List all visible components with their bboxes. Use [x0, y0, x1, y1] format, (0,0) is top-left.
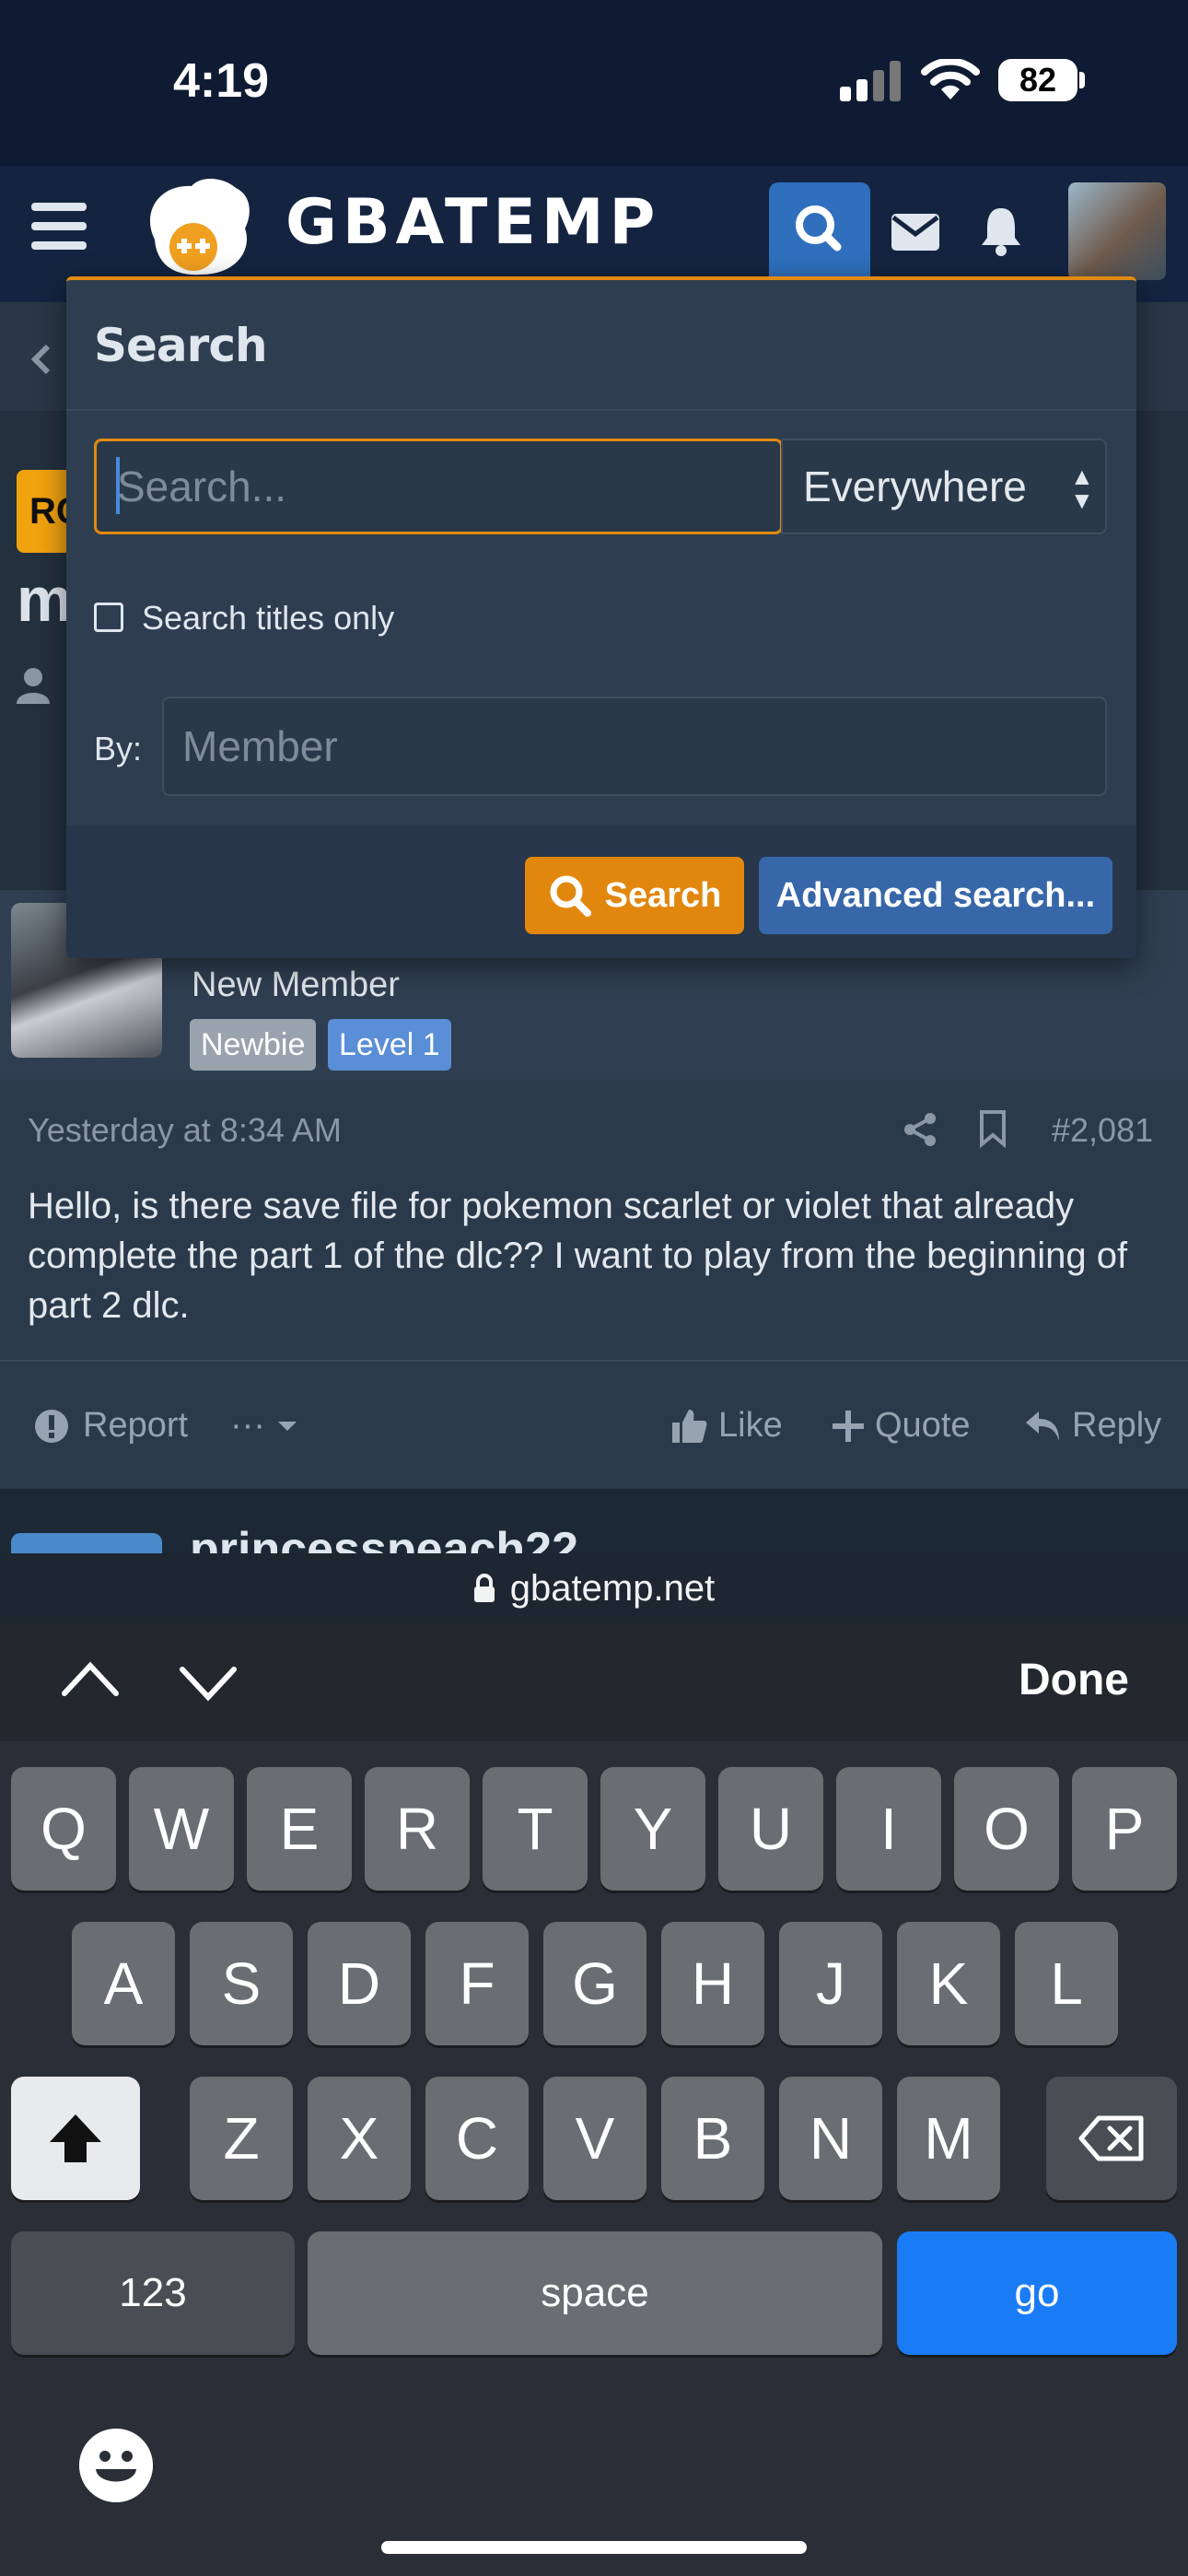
search-button[interactable]: Search — [525, 857, 744, 934]
search-dropdown-panel: Search Everywhere ▲▼ Search titles only … — [66, 276, 1136, 958]
caret-down-icon — [277, 1421, 297, 1431]
emoji-icon[interactable] — [79, 2429, 153, 2502]
key-a[interactable]: A — [72, 1922, 175, 2045]
next-post-username[interactable]: princesspeach22 — [190, 1522, 578, 1557]
key-r[interactable]: R — [365, 1767, 470, 1891]
reply-icon — [1026, 1411, 1059, 1441]
go-key[interactable]: go — [897, 2231, 1177, 2355]
key-c[interactable]: C — [425, 2077, 529, 2200]
quote-button[interactable]: Quote — [833, 1406, 971, 1446]
key-z[interactable]: Z — [190, 2077, 293, 2200]
text-cursor — [116, 457, 120, 514]
reply-label: Reply — [1072, 1406, 1162, 1445]
more-label: ··· — [230, 1406, 265, 1445]
select-arrows-icon: ▲ ▼ — [1070, 463, 1094, 514]
key-p[interactable]: P — [1072, 1767, 1177, 1891]
alert-icon — [35, 1409, 68, 1443]
search-button-label: Search — [604, 875, 722, 915]
by-label: By: — [94, 730, 143, 767]
next-field-chevron-down-icon[interactable] — [179, 1666, 238, 1703]
search-icon — [550, 875, 591, 917]
browser-address-bar[interactable]: gbatemp.net — [0, 1553, 1188, 1623]
key-j[interactable]: J — [779, 1922, 882, 2045]
more-options-button[interactable]: ··· — [230, 1406, 298, 1446]
member-input[interactable] — [162, 697, 1107, 796]
key-m[interactable]: M — [897, 2077, 1000, 2200]
search-scope-select[interactable]: Everywhere — [781, 439, 1107, 534]
key-y[interactable]: Y — [600, 1767, 705, 1891]
key-l[interactable]: L — [1015, 1922, 1118, 2045]
search-panel-title: Search — [94, 319, 268, 372]
site-logo-text[interactable]: GBATEMP — [285, 186, 660, 259]
titles-only-label[interactable]: Search titles only — [142, 599, 394, 638]
like-button[interactable]: Like — [670, 1406, 783, 1446]
key-t[interactable]: T — [483, 1767, 588, 1891]
key-d[interactable]: D — [308, 1922, 411, 2045]
user-icon — [17, 668, 50, 704]
newbie-badge: Newbie — [190, 1019, 317, 1071]
search-icon — [796, 205, 842, 252]
level-badge: Level 1 — [328, 1019, 451, 1071]
keyboard-done-button[interactable]: Done — [1019, 1655, 1129, 1705]
key-i[interactable]: I — [836, 1767, 941, 1891]
key-e[interactable]: E — [247, 1767, 352, 1891]
key-u[interactable]: U — [718, 1767, 823, 1891]
thread-prefix-tag: RC — [17, 470, 83, 553]
reply-button[interactable]: Reply — [1024, 1406, 1161, 1446]
lock-icon — [473, 1574, 495, 1602]
key-s[interactable]: S — [190, 1922, 293, 2045]
advanced-search-button[interactable]: Advanced search... — [759, 857, 1112, 934]
wifi-icon — [921, 59, 980, 100]
battery-indicator: 82 — [998, 59, 1077, 101]
logo-mascot-icon[interactable] — [136, 175, 256, 282]
key-h[interactable]: H — [661, 1922, 764, 2045]
key-g[interactable]: G — [543, 1922, 646, 2045]
space-key[interactable]: space — [308, 2231, 882, 2355]
report-button[interactable]: Report — [33, 1406, 188, 1446]
numbers-key[interactable]: 123 — [11, 2231, 295, 2355]
key-w[interactable]: W — [129, 1767, 234, 1891]
key-b[interactable]: B — [661, 2077, 764, 2200]
delete-key[interactable] — [1046, 2077, 1177, 2200]
post-divider — [0, 1360, 1188, 1362]
backspace-icon — [1078, 2115, 1144, 2161]
post-separator — [0, 1489, 1188, 1553]
key-q[interactable]: Q — [11, 1767, 116, 1891]
share-icon[interactable] — [903, 1111, 939, 1148]
plus-icon — [833, 1410, 864, 1442]
key-v[interactable]: V — [543, 2077, 646, 2200]
like-label: Like — [718, 1406, 783, 1445]
post-number[interactable]: #2,081 — [1052, 1111, 1153, 1150]
thread-title: m — [17, 565, 73, 635]
cellular-signal-icon — [840, 61, 901, 101]
titles-only-checkbox[interactable] — [94, 603, 123, 632]
battery-tip — [1079, 72, 1085, 88]
menu-icon[interactable] — [31, 203, 87, 254]
bookmark-icon[interactable] — [978, 1109, 1007, 1148]
key-x[interactable]: X — [308, 2077, 411, 2200]
search-input[interactable] — [94, 439, 783, 534]
report-label: Report — [83, 1406, 189, 1445]
post-body: Hello, is there save file for pokemon sc… — [28, 1186, 1128, 1326]
key-k[interactable]: K — [897, 1922, 1000, 2045]
status-time: 4:19 — [173, 54, 270, 108]
home-indicator — [381, 2541, 807, 2554]
quote-label: Quote — [875, 1406, 971, 1445]
key-o[interactable]: O — [954, 1767, 1059, 1891]
bell-icon[interactable] — [980, 205, 1022, 256]
shift-key[interactable] — [11, 2077, 140, 2200]
previous-field-chevron-up-icon[interactable] — [61, 1660, 120, 1697]
post-timestamp[interactable]: Yesterday at 8:34 AM — [28, 1111, 342, 1150]
key-f[interactable]: F — [425, 1922, 529, 2045]
key-n[interactable]: N — [779, 2077, 882, 2200]
envelope-icon[interactable] — [891, 214, 939, 251]
user-avatar[interactable] — [1068, 182, 1166, 280]
chevron-left-icon[interactable] — [29, 343, 52, 376]
shift-arrow-icon — [50, 2114, 101, 2162]
user-title: New Member — [192, 966, 400, 1004]
thumbs-up-icon — [672, 1409, 707, 1443]
url-text: gbatemp.net — [509, 1567, 716, 1609]
